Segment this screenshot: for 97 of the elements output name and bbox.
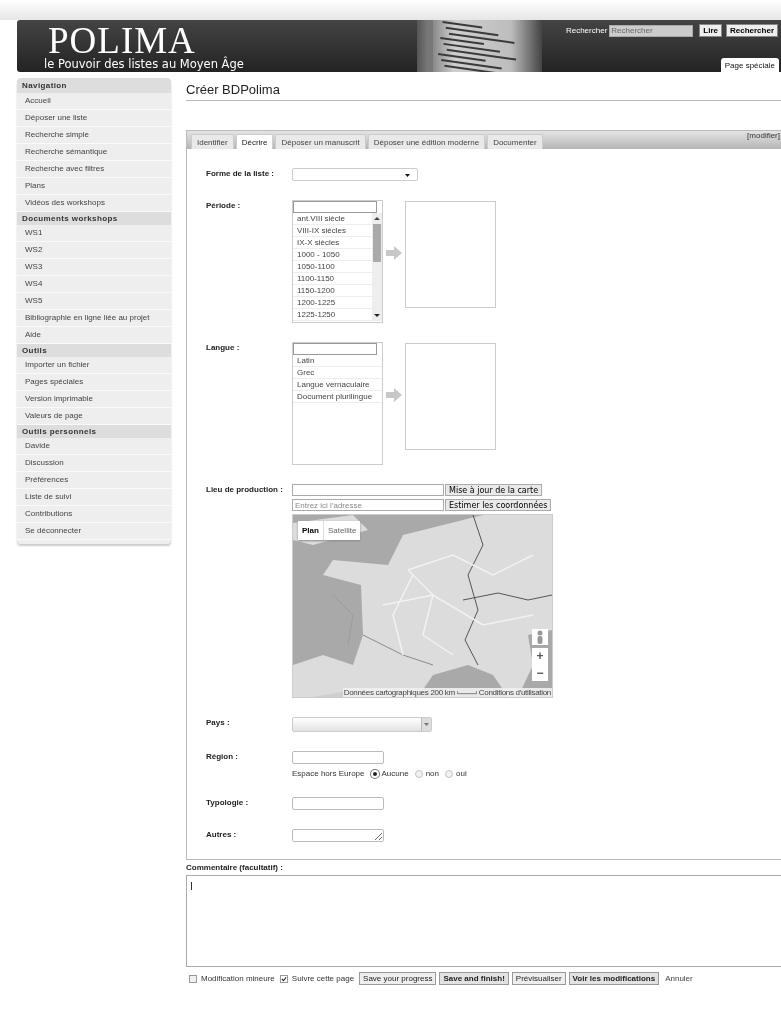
sidebar-link[interactable]: WS2 [17,242,171,259]
field-label: Lieu de production : [206,484,284,496]
sidebar-link[interactable]: Recherche simple [17,127,171,144]
caret-icon [424,723,429,726]
sidebar-link[interactable]: Importer un fichier [17,357,171,374]
map-type-button[interactable]: Satellite [322,521,361,540]
map-attribution: Données cartographiques [343,688,429,697]
tab[interactable]: Identifier [191,134,234,149]
map-type-button[interactable]: Plan [298,521,323,540]
sidebar-link[interactable]: Pages spéciales [17,374,171,391]
text-field[interactable] [292,797,384,810]
radio-button[interactable] [414,769,423,778]
list-box[interactable]: ant.VIII siècle VIII-IX siècles IX-X siècles 1000 - 1050 1050-1100 1100-1150 1150-1200 1200-1225 1225-1250 [292,200,383,323]
dropdown[interactable] [292,168,418,181]
checkbox-label: Suivre cette page [291,974,355,983]
sidebar-link[interactable]: WS3 [17,259,171,276]
form-button[interactable]: Save and finish! [439,972,509,985]
checkbox[interactable] [189,974,197,983]
field-label: Langue : [206,342,241,354]
edit-link[interactable]: [modifier] [747,131,780,140]
radio-label: non [425,769,439,778]
list-box[interactable]: Latin Grec Langue vernaculaire Document plurilingue [292,342,383,465]
list-option[interactable]: Document plurilingue [293,391,382,403]
search-button[interactable]: Rechercher [725,24,778,37]
region-field[interactable] [292,751,384,764]
terms-link[interactable]: Conditions d'utilisation [478,688,551,697]
tab[interactable]: Décrire [235,134,274,149]
checkbox-label: Modification mineure [201,974,275,983]
checkbox[interactable] [279,974,288,983]
comment-label: Commentaire (facultatif) : [186,863,284,872]
sidebar-heading: Navigation [17,78,171,93]
form-button[interactable]: Voir les modifications [568,972,660,985]
address-field[interactable]: Entrez ici l'adresse [292,499,444,511]
sidebar-link[interactable]: Se déconnecter [17,523,171,540]
page-title: Créer BDPolima [186,82,781,101]
update-map-button[interactable]: Mise à jour de la carte [445,484,543,496]
sidebar-link[interactable]: WS5 [17,293,171,310]
form-button[interactable]: Save your progress [359,972,437,985]
sidebar-heading: Documents workshops [17,212,171,225]
list-option[interactable]: Latin [293,355,382,367]
radio-label: Aucune [381,769,409,778]
text-cursor [191,882,192,890]
sidebar-heading: Outils [17,344,171,357]
field-label: Pays : [206,717,231,729]
search-field[interactable]: Rechercher [609,24,694,37]
selection-box[interactable] [405,343,496,450]
text-area[interactable] [292,829,384,842]
sidebar-link[interactable]: Contributions [17,506,171,523]
arrow-icon [386,246,402,260]
scale-bar [456,690,477,695]
site-subtitle: le Pouvoir des listes au Moyen Âge [44,58,244,71]
form-button[interactable]: Prévisualiser [511,972,566,985]
site-logo[interactable]: POLIMA [44,24,196,58]
radio-group-label: Espace hors Europe [292,769,365,778]
page-tab[interactable]: Page spéciale [720,58,779,72]
sidebar-link[interactable]: Bibliographie en ligne liée au projet [17,310,171,327]
list-option[interactable]: Langue vernaculaire [293,379,382,391]
sidebar-link[interactable]: Liste de suivi [17,489,171,506]
sidebar-link[interactable]: Davide [17,438,171,455]
dropdown[interactable] [292,717,432,732]
field-label: Autres : [206,829,238,841]
list-option[interactable]: Grec [293,367,382,379]
selection-box[interactable] [405,201,496,308]
estimate-button[interactable]: Estimer les coordonnées [445,499,552,511]
field-label: Région : [206,751,239,763]
sidebar-link[interactable]: WS1 [17,225,171,242]
tab[interactable]: Déposer un manuscrit [275,134,366,149]
sidebar-link[interactable]: Recherche avec filtres [17,161,171,178]
field-label: Typologie : [206,797,250,809]
caret-icon [405,174,410,177]
filter-field[interactable] [293,343,377,355]
sidebar-link[interactable]: Version imprimable [17,391,171,408]
search-button[interactable]: Lire [699,24,722,37]
sidebar-link[interactable]: Plans [17,178,171,195]
tab[interactable]: Documenter [487,134,543,149]
radio-button[interactable] [445,769,453,778]
arrow-icon [386,388,402,402]
radio-label: oui [456,769,467,778]
sidebar-link[interactable]: Discussion [17,455,171,472]
cancel-link[interactable]: Annuler [665,974,693,983]
street-view-button[interactable] [532,629,548,645]
sidebar-link[interactable]: Accueil [17,93,171,110]
coordinates-field[interactable] [292,484,444,496]
field-label: Période : [206,200,242,212]
search-label: Rechercher [565,26,608,35]
sidebar-heading: Outils personnels [17,425,171,438]
check-icon [280,975,287,982]
map-scale: 200 km [430,688,455,697]
sidebar-link[interactable]: Recherche sémantique [17,144,171,161]
filter-field[interactable] [293,201,377,213]
sidebar-link[interactable]: WS4 [17,276,171,293]
person-icon [536,630,544,644]
sidebar-link[interactable]: Préférences [17,472,171,489]
comment-field[interactable] [186,875,781,967]
sidebar-link[interactable]: Déposer une liste [17,110,171,127]
field-label: Forme de la liste : [206,168,276,180]
tab[interactable]: Déposer une édition moderne [367,134,486,149]
